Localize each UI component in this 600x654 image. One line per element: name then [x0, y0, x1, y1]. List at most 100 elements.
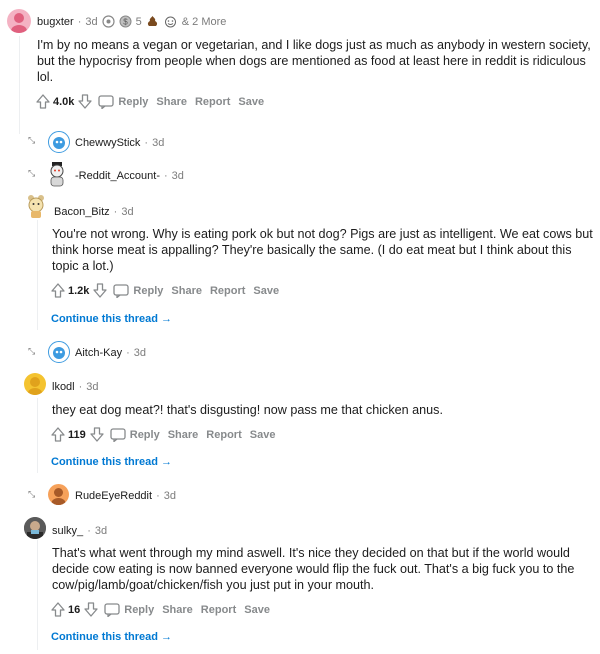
save-button[interactable]: Save [244, 604, 270, 616]
reply-label: Reply [118, 95, 149, 108]
share-button[interactable]: Share [162, 604, 193, 616]
vote-score: 16 [68, 603, 81, 616]
continue-thread-link[interactable]: Continue this thread → [51, 313, 172, 325]
award-count: 5 [135, 15, 142, 28]
comment-header: Bacon_Bitz · 3d [54, 206, 134, 218]
arrow-right-icon: → [161, 313, 173, 325]
share-button[interactable]: Share [168, 429, 199, 441]
thread-line[interactable] [19, 36, 20, 134]
timestamp[interactable]: 3d [134, 347, 146, 359]
upvote-icon[interactable] [51, 602, 65, 617]
avatar[interactable] [46, 161, 68, 187]
reply-button[interactable]: Reply [110, 427, 160, 442]
comment-text-line: topic a lot.) [52, 259, 114, 273]
award-icon[interactable] [102, 15, 115, 28]
continue-thread-link[interactable]: Continue this thread → [51, 631, 172, 643]
comment-body: You're not wrong. Why is eating pork ok … [52, 226, 597, 274]
avatar[interactable] [48, 341, 70, 363]
comment-body: I'm by no means a vegan or vegetarian, a… [37, 37, 597, 85]
timestamp[interactable]: 3d [172, 170, 184, 182]
downvote-icon[interactable] [93, 283, 108, 298]
more-awards[interactable]: & 2 More [182, 16, 227, 28]
report-button[interactable]: Report [195, 96, 230, 108]
avatar[interactable] [7, 9, 31, 33]
continue-thread-link[interactable]: Continue this thread → [51, 456, 172, 468]
separator: · [156, 490, 160, 502]
timestamp[interactable]: 3d [86, 381, 98, 393]
thread-line[interactable] [37, 540, 38, 650]
continue-thread-label: Continue this thread [51, 456, 158, 468]
avatar[interactable] [48, 484, 69, 505]
upvote-icon[interactable] [51, 427, 65, 442]
comment-actions: 4.0k Reply Share Report Save [36, 94, 264, 109]
continue-thread-label: Continue this thread [51, 313, 158, 325]
svg-text:$: $ [123, 18, 128, 27]
thread-line[interactable] [37, 220, 38, 330]
thread-line[interactable] [37, 398, 38, 473]
username[interactable]: lkodl [52, 381, 75, 393]
timestamp[interactable]: 3d [121, 206, 133, 218]
upvote-icon[interactable] [51, 283, 65, 298]
wholesome-award-icon[interactable] [163, 15, 178, 28]
comment-actions: 16 Reply Share Report Save [51, 602, 270, 617]
continue-thread-label: Continue this thread [51, 631, 158, 643]
reply-button[interactable]: Reply [113, 283, 163, 298]
username[interactable]: RudeEyeReddit [75, 490, 152, 502]
username[interactable]: bugxter [37, 16, 74, 28]
username[interactable]: Aitch-Kay [75, 347, 122, 359]
separator: · [164, 170, 168, 182]
downvote-icon[interactable] [78, 94, 93, 109]
vote-score: 1.2k [68, 284, 90, 297]
comment-text-line: decide cow eating is now banned everyone… [52, 562, 575, 576]
vote-score: 119 [68, 428, 86, 441]
share-button[interactable]: Share [156, 96, 187, 108]
downvote-icon[interactable] [84, 602, 98, 617]
comment-header: RudeEyeReddit · 3d [75, 490, 176, 502]
username[interactable]: ChewwyStick [75, 137, 140, 149]
expand-icon[interactable]: ⤡ [28, 489, 35, 500]
poop-award-icon[interactable] [146, 15, 159, 28]
avatar[interactable] [24, 517, 46, 539]
separator: · [87, 525, 91, 537]
avatar[interactable] [24, 193, 48, 219]
separator: · [126, 347, 130, 359]
expand-icon[interactable]: ⤡ [28, 135, 35, 146]
comment-header: ChewwyStick · 3d [75, 137, 164, 149]
reply-button[interactable]: Reply [98, 94, 149, 109]
username[interactable]: sulky_ [52, 525, 83, 537]
comment-body: That's what went through my mind aswell.… [52, 545, 597, 593]
avatar[interactable] [48, 131, 70, 153]
arrow-right-icon: → [161, 456, 173, 468]
downvote-icon[interactable] [90, 427, 104, 442]
timestamp[interactable]: 3d [85, 16, 97, 28]
avatar[interactable] [24, 373, 46, 395]
timestamp[interactable]: 3d [152, 137, 164, 149]
comment-header: bugxter · 3d $ 5 & 2 More [37, 15, 226, 28]
expand-icon[interactable]: ⤡ [28, 346, 35, 357]
username[interactable]: -Reddit_Account- [75, 170, 160, 182]
comment-header: sulky_ · 3d [52, 525, 107, 537]
share-button[interactable]: Share [171, 285, 202, 297]
expand-icon[interactable]: ⤡ [28, 168, 35, 179]
comment-header: lkodl · 3d [52, 381, 99, 393]
silver-award-icon[interactable]: $ [119, 15, 132, 28]
comment-actions: 1.2k Reply Share Report Save [51, 283, 279, 298]
comment-text-line: lol. [37, 70, 54, 84]
upvote-icon[interactable] [36, 94, 50, 109]
comment-text-line: That's what went through my mind aswell.… [52, 546, 570, 560]
reply-button[interactable]: Reply [104, 602, 154, 617]
comment-text-line: You're not wrong. Why is eating pork ok … [52, 227, 593, 241]
timestamp[interactable]: 3d [164, 490, 176, 502]
save-button[interactable]: Save [253, 285, 279, 297]
comment-header: Aitch-Kay · 3d [75, 347, 146, 359]
separator: · [113, 206, 118, 218]
timestamp[interactable]: 3d [95, 525, 107, 537]
report-button[interactable]: Report [210, 285, 245, 297]
report-button[interactable]: Report [201, 604, 236, 616]
comment-bubble-icon [110, 427, 126, 442]
username[interactable]: Bacon_Bitz [54, 206, 110, 218]
save-button[interactable]: Save [250, 429, 276, 441]
separator: · [78, 381, 83, 393]
save-button[interactable]: Save [238, 96, 264, 108]
report-button[interactable]: Report [206, 429, 241, 441]
